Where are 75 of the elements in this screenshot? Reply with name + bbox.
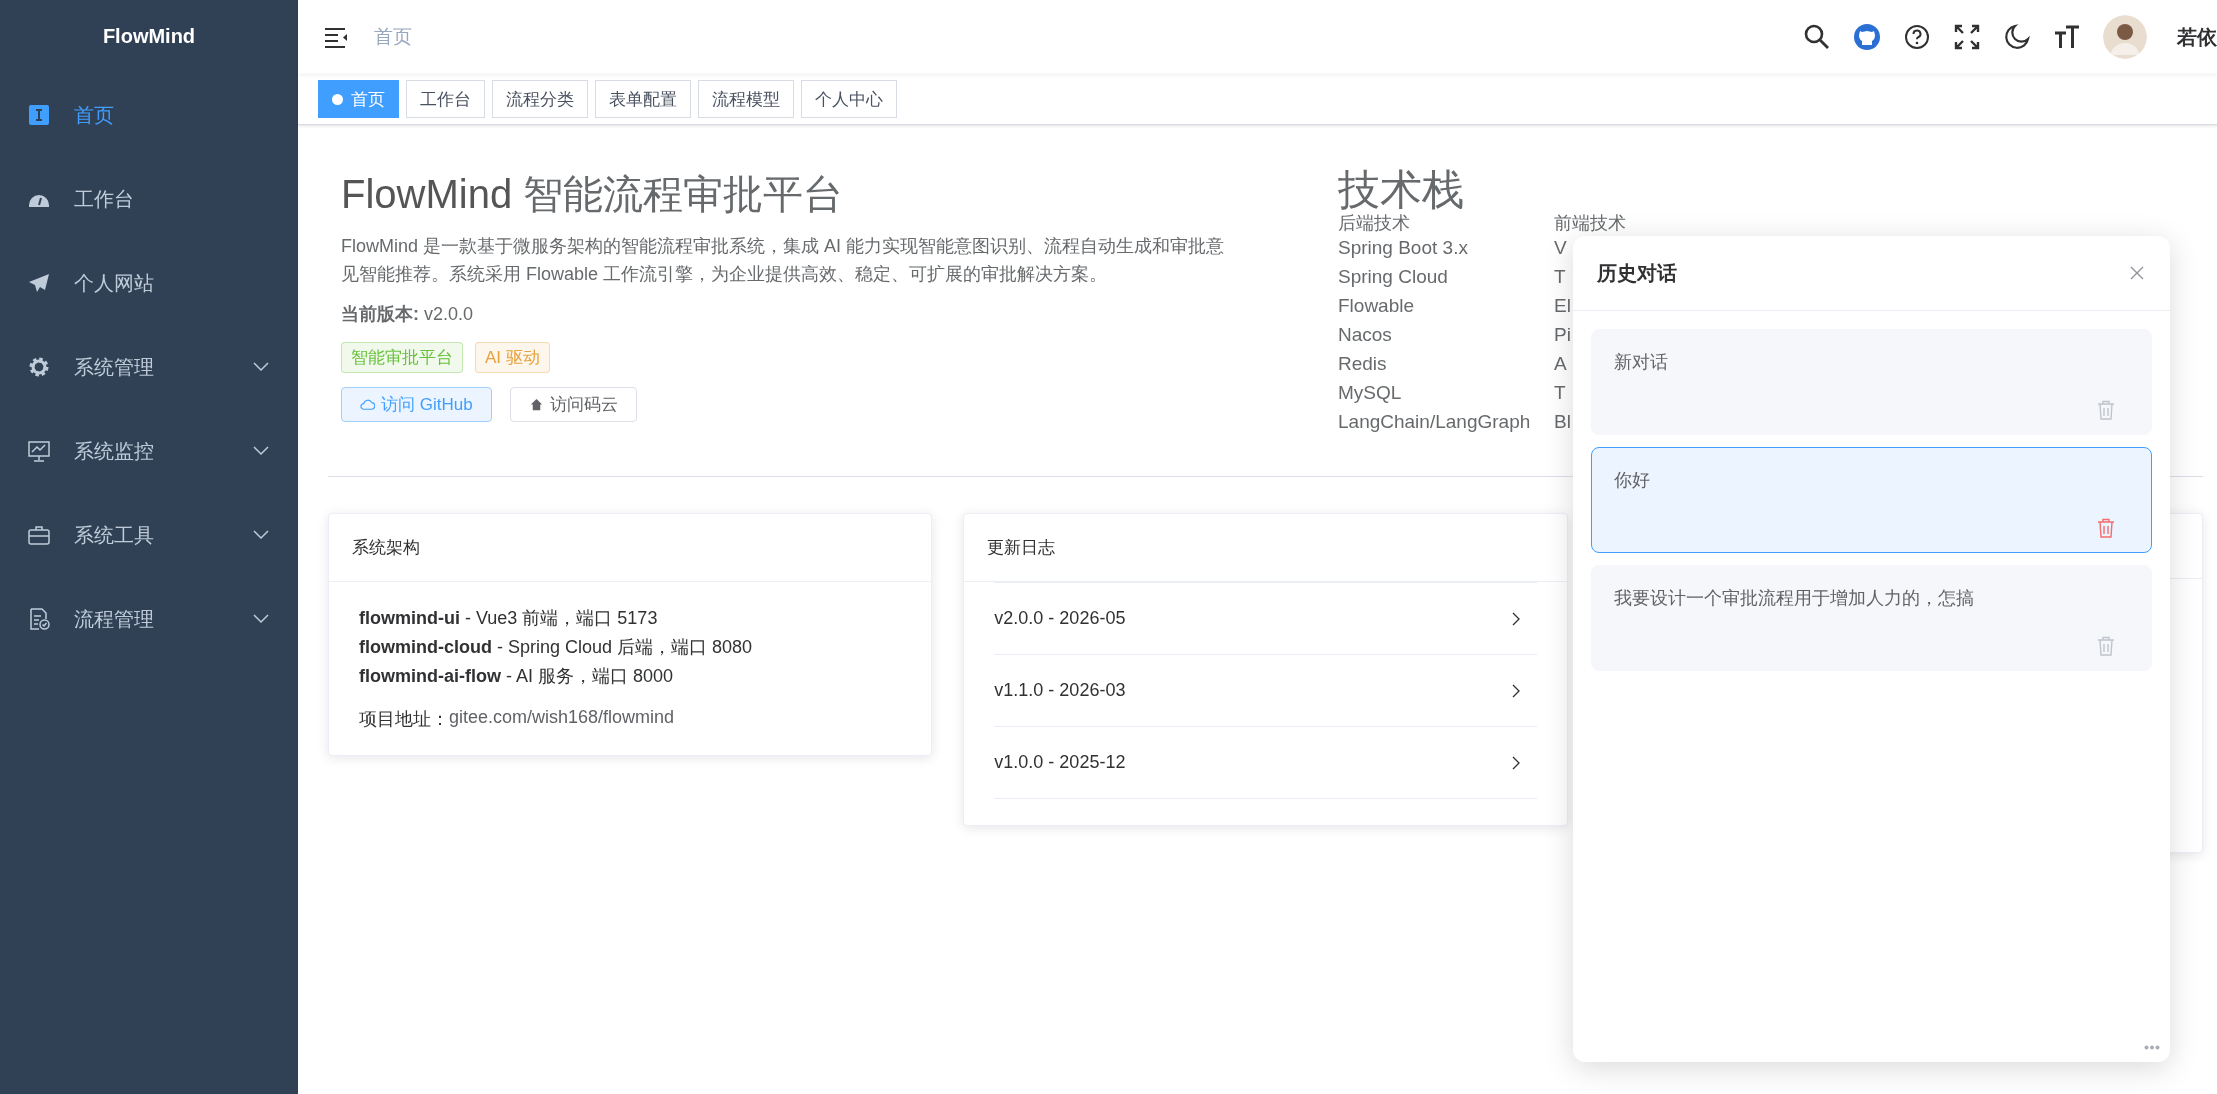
tech-item: T (1554, 265, 1566, 289)
module-line: flowmind-cloud - Spring Cloud 后端，端口 8080 (359, 636, 754, 659)
gear-icon (28, 356, 50, 378)
conversation-title: 你好 (1614, 469, 1651, 492)
tech-item: T (1554, 381, 1566, 405)
avatar[interactable] (2103, 15, 2147, 59)
column-heading: 后端技术 (1338, 213, 1410, 233)
search-icon[interactable] (1803, 23, 1831, 51)
tech-item: Spring Boot 3.x (1338, 236, 1468, 260)
card-title: 更新日志 (964, 514, 1567, 582)
column-heading: 前端技术 (1554, 213, 1626, 233)
app-logo-text: FlowMind (102, 25, 196, 48)
tech-item: El (1554, 294, 1571, 318)
trash-icon[interactable] (2097, 518, 2115, 538)
sidebar-item[interactable]: 工作台 (0, 157, 298, 241)
tech-item: Bl (1554, 410, 1571, 434)
sidebar-item[interactable]: 系统监控 (0, 409, 298, 493)
chevron-right-icon (1510, 682, 1521, 699)
square-icon (28, 104, 50, 126)
sidebar-item[interactable]: 系统工具 (0, 493, 298, 577)
module-line: flowmind-ai-flow - AI 服务，端口 8000 (359, 665, 675, 688)
tab[interactable]: 表单配置 (595, 80, 691, 118)
page-title: FlowMind 智能流程审批平台 (341, 171, 845, 218)
conversation-title: 我要设计一个审批流程用于增加人力的，怎搞 (1614, 587, 1975, 610)
description: FlowMind 是一款基于微服务架构的智能流程审批系统，集成 AI 能力实现智能意图识别、流程自动生成和审批意见智能推荐。系统采用 Flowable 工作流引擎，为企业提供高效、稳定、可扩展的审批解决方案。 (341, 235, 1226, 286)
tech-item: Nacos (1338, 323, 1392, 347)
tab[interactable]: 流程分类 (492, 80, 588, 118)
gitee-button[interactable]: 访问码云 (509, 387, 637, 422)
changelog-item[interactable]: v2.0.0 - 2026-05 (994, 582, 1537, 654)
sidebar-item[interactable]: 系统管理 (0, 325, 298, 409)
tab[interactable]: 个人中心 (801, 80, 897, 118)
tag: AI 驱动 (475, 342, 550, 373)
font-size-icon[interactable] (2053, 23, 2081, 51)
section-title: 技术栈 (1338, 167, 1465, 213)
conversation-title: 新对话 (1614, 351, 1669, 374)
chevron-right-icon (1510, 754, 1521, 771)
fullscreen-icon[interactable] (1953, 23, 1981, 51)
changelog-item[interactable]: v1.1.0 - 2026-03 (994, 654, 1537, 726)
conversation-item[interactable]: 你好 (1591, 447, 2152, 553)
tech-item: Flowable (1338, 294, 1415, 318)
sidebar-item[interactable]: 个人网站 (0, 241, 298, 325)
tech-item: V (1554, 236, 1567, 260)
monitor-icon (28, 440, 50, 462)
checklist-icon (28, 608, 50, 630)
module-line: flowmind-ui - Vue3 前端，端口 5173 (359, 607, 659, 630)
help-icon[interactable] (1903, 23, 1931, 51)
home-icon (528, 397, 544, 412)
project-url: gitee.com/wish168/flowmind (449, 707, 675, 729)
tab[interactable]: 流程模型 (698, 80, 794, 118)
chevron-right-icon (1510, 610, 1521, 627)
tech-item: Redis (1338, 352, 1387, 376)
tech-item: A (1554, 352, 1567, 376)
resize-handle-icon[interactable] (2144, 1045, 2160, 1050)
tech-item: LangChain/LangGraph (1338, 410, 1531, 434)
tech-item: MySQL (1338, 381, 1402, 405)
tech-item: Pi (1554, 323, 1571, 347)
close-icon[interactable] (2130, 266, 2144, 280)
version-text: 当前版本: v2.0.0 (341, 303, 475, 326)
tag: 智能审批平台 (341, 342, 463, 373)
sidebar-item[interactable]: 流程管理 (0, 577, 298, 661)
card-title: 系统架构 (329, 514, 932, 582)
moon-icon[interactable] (2003, 23, 2031, 51)
tab[interactable]: 工作台 (406, 80, 485, 118)
cloud-icon (360, 397, 375, 412)
briefcase-icon (28, 524, 50, 546)
sidebar-item[interactable]: 首页 (0, 73, 298, 157)
dialog-title: 历史对话 (1597, 260, 1677, 286)
user-name[interactable]: 若依 (2177, 23, 2217, 51)
field-label: 项目地址： (359, 708, 449, 731)
round-logo-icon[interactable] (1853, 23, 1881, 51)
tech-item: Spring Cloud (1338, 265, 1448, 289)
conversation-item[interactable]: 新对话 (1591, 329, 2152, 435)
changelog-item[interactable]: v1.0.0 - 2025-12 (994, 726, 1537, 799)
conversation-item[interactable]: 我要设计一个审批流程用于增加人力的，怎搞 (1591, 565, 2152, 671)
paper-plane-icon (28, 272, 50, 294)
